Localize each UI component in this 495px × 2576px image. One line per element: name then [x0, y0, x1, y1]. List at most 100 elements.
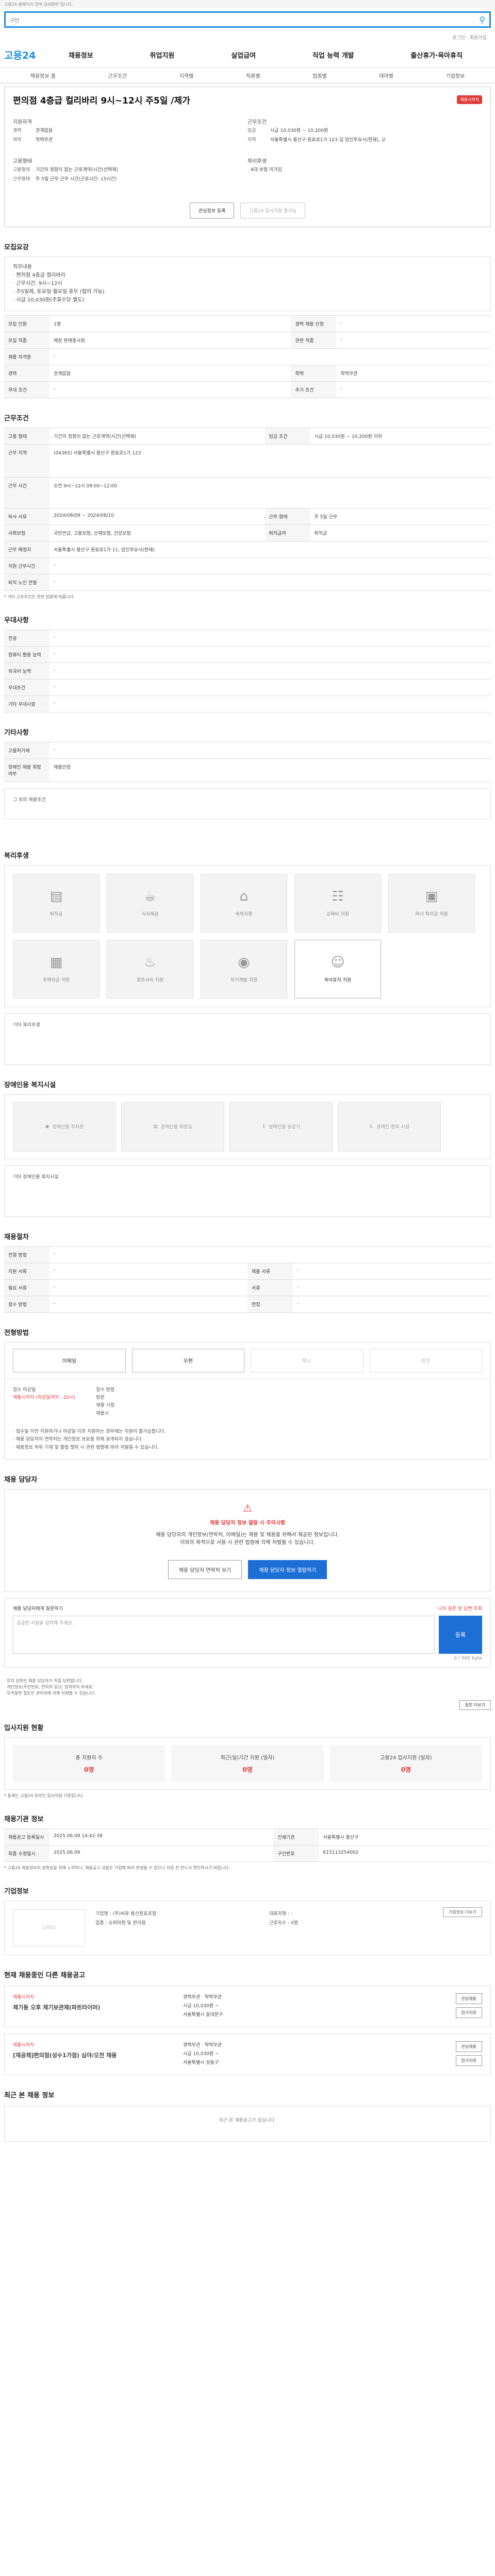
info-table: 채용공고 등록일시 2025.06.09 14:42:38 인쇄기관 서울특별시 용산… [4, 1828, 491, 1862]
apply-fax-button[interactable]: 팩스 [251, 1348, 364, 1372]
apply-job-button[interactable]: 입사지원 [455, 2055, 482, 2066]
apply-info: 접수 마감일 채용시까지 (마감일까지 : 20시) 접수 방법 방문 채용 시… [4, 1379, 491, 1460]
label: 근로자수 [269, 1920, 287, 1926]
apply-method-buttons: 이메일 우편 팩스 방문 [4, 1342, 491, 1379]
recruit-table: 모집 인원 1명 경력 채용 선정 - 모집 직종 매장 판매종사원 관련 직종 - 채용 … [4, 315, 491, 398]
table-header: 고용허가제 [4, 741, 50, 759]
money-icon: ◉ [238, 955, 250, 971]
value: 주 5일 근무 근무 시간(근로시간: 15시간) [36, 177, 117, 182]
search-icon[interactable]: ⚲ [479, 15, 485, 25]
gnb-item[interactable]: 취업지원 [150, 50, 175, 60]
table-cell: (04365) 서울특별시 용산구 원효로1가 123 [50, 444, 491, 478]
contact-box: ⚠ 채용 담당자 정보 열람 시 주의사항 채용 담당자의 개인정보(연락처, … [4, 1488, 491, 1592]
contact-view-button[interactable]: 채용 담당자 연락처 보기 [168, 1560, 242, 1579]
job-name[interactable]: [재공채]편의점(성수1가점) 심야/오전 채용 [13, 2051, 183, 2059]
table-header: 학력 [291, 364, 337, 382]
bookmark-button[interactable]: 관심채용 [455, 2041, 482, 2053]
label: 임금 [248, 128, 256, 133]
lnb-item[interactable]: 업종별 [312, 72, 327, 79]
benefit-grid: ▤ 퇴직금 ☕ 식사제공 ⌂ 숙박지원 ☷ 교육비 지원 ▣ 자녀 학자금 지원 ▦ 주택자… [4, 865, 491, 1007]
global-nav: 채용정보 취업지원 실업급여 직업 능력 개발 출산휴가·육아휴직 [40, 50, 491, 60]
label: 지역 [248, 137, 256, 143]
restroom-icon: ▤ [153, 1124, 158, 1129]
question-submit-button[interactable]: 등록 [439, 1615, 482, 1654]
section-title: 기타사항 [4, 728, 29, 737]
etc-table: 고용허가제 - 장애인 채용 희망 여부 채용안함 [4, 741, 491, 782]
lnb-item[interactable]: 직종별 [246, 72, 260, 79]
facility-label: 장애인 편의 시설 [376, 1125, 409, 1130]
table-header: 퇴사 사유 [4, 507, 50, 525]
welfare-summary: 복리후생 · 4대 보험 미가입 [248, 157, 482, 185]
table-header: 우대 조건 [4, 381, 50, 398]
recent-empty: 최근 본 채용공고가 없습니다. [4, 2106, 491, 2142]
stat-card: 고용24 입사지원 (일자) 0명 [329, 1744, 482, 1782]
section-title: 최근 본 채용 정보 [4, 2092, 55, 2100]
apply-job-button[interactable]: 입사지원 [455, 2007, 482, 2018]
other-facility-box: 기타 장애인용 복지시설 [4, 1165, 491, 1217]
gnb-item[interactable]: 실업급여 [231, 50, 256, 60]
table-header: 면접 [248, 1295, 293, 1313]
question-input[interactable]: 궁금한 사항을 입력해 주세요. [13, 1615, 435, 1654]
job-summary: 편의점 4층급 컬리바리 9시~12시 주5일 /제가 채용시까지 지원자격 경… [4, 87, 491, 227]
similar-job-card[interactable]: 채용시까지 제기동 오후 제기보관제(파트타이머) 경력무관 · 학력무관 시급… [4, 1985, 491, 2028]
section-title: 채용기관 정보 [4, 1815, 44, 1823]
table-cell: - [50, 1279, 248, 1296]
label: 경력 [13, 128, 22, 133]
value: 서울특별시 용산구 원효로1가 123 길 임인주요시(현재), 교 [270, 137, 386, 143]
value: 학력무관 [204, 2043, 222, 2048]
apply-visit-button[interactable]: 방문 [369, 1348, 482, 1372]
apply-mail-button[interactable]: 우편 [131, 1348, 244, 1372]
login-links[interactable]: 로그인 · 회원가입 [0, 31, 495, 42]
facility-label: 장애인용 주차장 [52, 1125, 84, 1130]
value: 기간의 정함이 없는 근로계약(시간(선택제) [36, 167, 118, 173]
table-header: 채용공고 등록일시 [4, 1828, 50, 1845]
gnb-item[interactable]: 채용정보 [69, 50, 93, 60]
process-table: 전형 방법 - 지원 서류 - 제출 서류 - 필요 서류 - 서류 - 접수 방법 - 면접 - [4, 1246, 491, 1313]
table-header: 근무 예정지 [4, 540, 50, 558]
job-content-heading: 직무내용 [13, 264, 32, 270]
gnb-item[interactable]: 출산휴가·육아휴직 [410, 50, 463, 60]
table-cell: 서울특별시 용산구 [319, 1828, 491, 1845]
facility-card: ↕ 장애인용 승강기 [229, 1101, 333, 1151]
search-input[interactable]: 구인 ⚲ [4, 11, 491, 28]
apply-email-button[interactable]: 이메일 [13, 1348, 126, 1372]
table-cell: - [293, 1279, 491, 1296]
table-header: 모집 인원 [4, 315, 50, 332]
lnb-item[interactable]: 테마별 [379, 72, 393, 79]
table-cell: 1명 [50, 315, 291, 332]
value: - [290, 1911, 293, 1917]
job-content-line: · 주5일제, 토요일·월요일 휴무 (협의 가능) [13, 289, 105, 295]
table-cell: - [50, 348, 491, 365]
table-cell: - [50, 381, 291, 398]
lnb-item[interactable]: 채용정보 홈 [30, 72, 56, 79]
similar-job-card[interactable]: 채용시까지 [재공채]편의점(성수1가점) 심야/오전 채용 경력무관 · 학력… [4, 2033, 491, 2076]
gnb-item[interactable]: 직업 능력 개발 [312, 50, 354, 60]
stat-label: 최근(일)기간 지원 (일자) [220, 1755, 275, 1761]
stat-label: 고용24 입사지원 (일자) [380, 1755, 432, 1761]
ask-notes: · 문의 답변은 채용 담당자가 직접 답변합니다. · 개인정보(주민번호, … [4, 1678, 491, 1697]
logo[interactable]: 고용24 [4, 48, 40, 62]
table-cell: - [293, 1262, 491, 1280]
lnb-item[interactable]: 기업정보 [446, 72, 465, 79]
table-cell: 관계없음 [50, 364, 291, 382]
company-more-button[interactable]: 기업정보 더보기 [442, 1907, 482, 1917]
contact-open-button[interactable]: 채용 담당자 정보 열람하기 [248, 1560, 327, 1579]
table-header: 전형 방법 [4, 1246, 50, 1263]
value: 시급 10,030원 ~ [183, 2052, 219, 2057]
ask-note: · 개인정보(주민번호, 연락처 등)는 입력하지 마세요. [4, 1684, 94, 1689]
save-interest-button[interactable]: 관심정보 등록 [189, 202, 235, 218]
lnb-item[interactable]: 지역별 [179, 72, 194, 79]
lnb-item[interactable]: 근무조건 [108, 72, 127, 79]
table-header: 전공 [4, 629, 50, 647]
employment-summary: 고용형태 고용형태 기간의 정함이 없는 근로계약(시간(선택제) 근무형태 주 5… [13, 157, 248, 185]
bookmark-button[interactable]: 관심채용 [455, 1993, 482, 2004]
my-questions-link[interactable]: 나의 질문 및 답변 조회 [438, 1605, 482, 1612]
table-header: 접수 방법 [4, 1295, 50, 1313]
job-content-box: 직무내용 · 편의점 4층급 컬리바리 · 근무시간: 9시~12시 · 주5일… [4, 256, 491, 311]
benefit-label: 교육비 지원 [326, 912, 350, 918]
benefit-card: ⌂ 숙박지원 [201, 873, 287, 933]
deadline-tag: 채용시까지 [13, 2043, 35, 2048]
apply-button[interactable]: 고용24 입사지원 불가능 [240, 202, 306, 218]
job-name[interactable]: 제기동 오후 제기보관제(파트타이머) [13, 2003, 183, 2011]
more-questions-button[interactable]: 질문 더보기 [459, 1700, 491, 1710]
